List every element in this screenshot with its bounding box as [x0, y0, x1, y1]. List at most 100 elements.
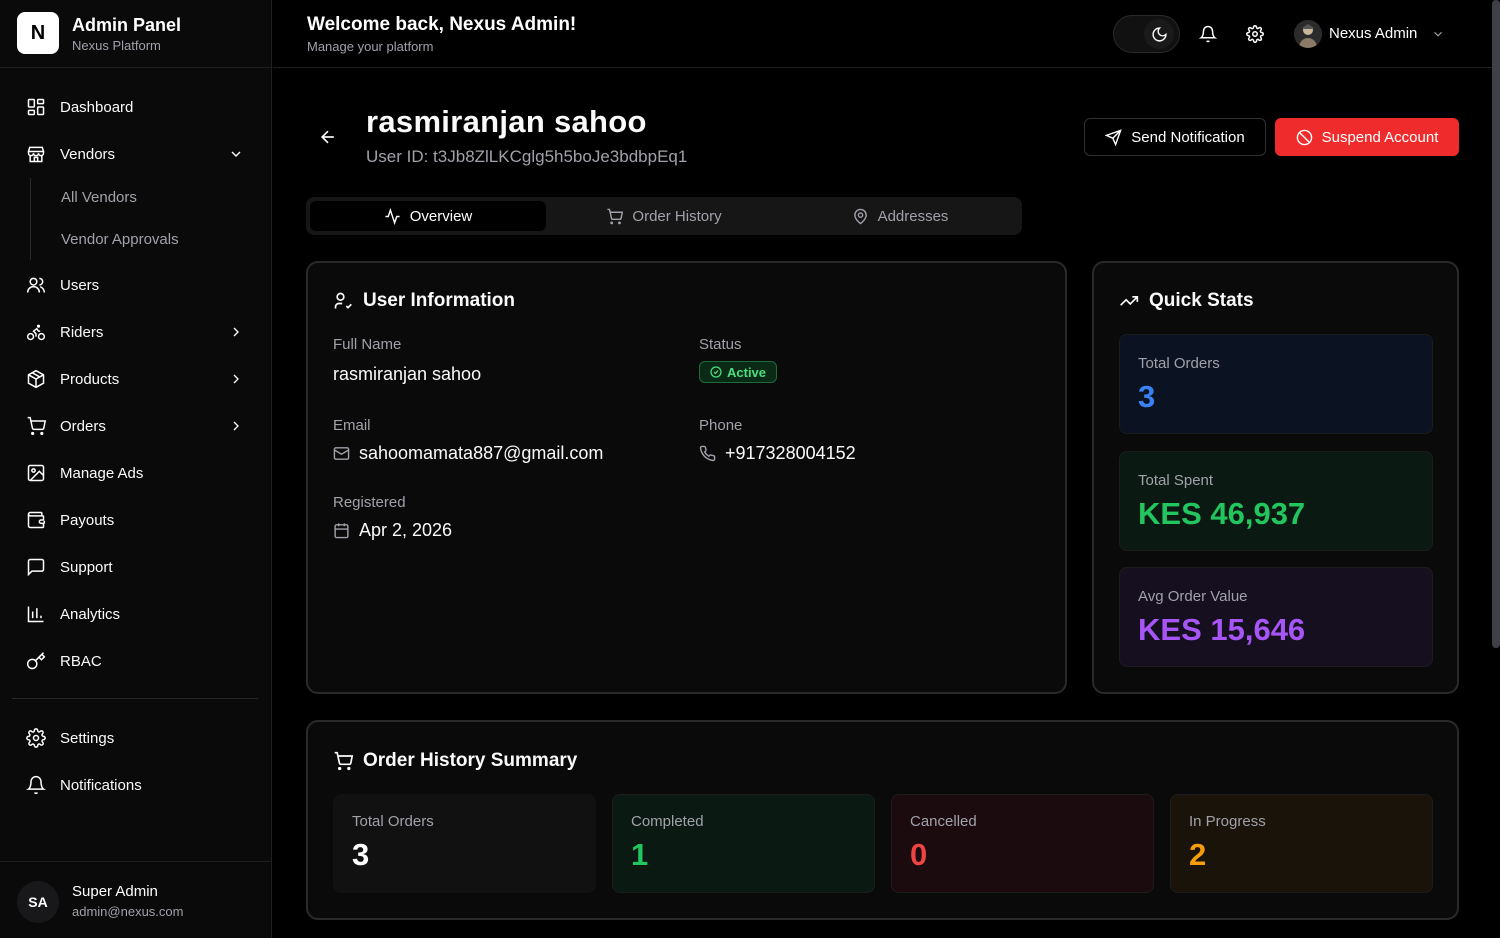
package-icon [27, 369, 45, 389]
sidebar-item-orders[interactable]: Orders [12, 406, 260, 446]
sidebar-subitem-vendor-approvals[interactable]: Vendor Approvals [61, 231, 179, 248]
sidebar-item-label: Orders [60, 417, 106, 435]
phone-value: +917328004152 [699, 443, 856, 464]
send-notification-button[interactable]: Send Notification [1084, 118, 1266, 156]
brand: N Admin Panel Nexus Platform [0, 0, 272, 68]
bell-icon [26, 775, 46, 795]
tab-label: Order History [632, 207, 722, 225]
email-label: Email [333, 417, 371, 434]
brand-title: Admin Panel [72, 15, 182, 35]
sidebar-item-label: Support [60, 558, 113, 576]
dashboard-icon [27, 98, 45, 116]
tab-overview[interactable]: Overview [310, 201, 546, 231]
cart-icon [27, 416, 46, 436]
sidebar-item-support[interactable]: Support [12, 547, 260, 587]
wallet-icon [27, 511, 46, 529]
order-stat-in-progress: In Progress 2 [1170, 794, 1433, 893]
email-text: sahoomamata887@gmail.com [359, 443, 604, 463]
sidebar-item-products[interactable]: Products [12, 359, 260, 399]
email-value: sahoomamata887@gmail.com [333, 443, 603, 464]
card-title-text: User Information [363, 290, 516, 311]
stat-label: Cancelled [910, 813, 977, 830]
cart-icon [607, 208, 624, 224]
user-information-title: User Information [333, 290, 515, 312]
full-name-value: rasmiranjan sahoo [333, 364, 482, 384]
stat-value: 2 [1189, 837, 1207, 872]
sidebar-item-analytics[interactable]: Analytics [12, 594, 260, 634]
stat-value: 3 [352, 837, 370, 872]
sidebar-item-label: Manage Ads [60, 464, 144, 482]
card-title-text: Order History Summary [363, 750, 578, 771]
image-icon [27, 464, 45, 482]
stat-total-orders: Total Orders 3 [1119, 334, 1433, 434]
sidebar-item-label: Users [60, 276, 100, 294]
sidebar-item-users[interactable]: Users [12, 265, 260, 305]
order-stat-cancelled: Cancelled 0 [891, 794, 1154, 893]
sidebar-item-riders[interactable]: Riders [12, 312, 260, 352]
phone-icon [699, 445, 716, 462]
tab-addresses[interactable]: Addresses [782, 201, 1018, 231]
order-stat-completed: Completed 1 [612, 794, 875, 893]
trending-up-icon [1120, 296, 1139, 306]
activity-icon [385, 207, 400, 225]
scrollbar[interactable] [1492, 0, 1500, 648]
sidebar-item-dashboard[interactable]: Dashboard [12, 87, 260, 127]
stat-label: Total Orders [1138, 355, 1220, 372]
sidebar-item-rbac[interactable]: RBAC [12, 641, 260, 681]
user-information-card [306, 261, 1067, 694]
bike-icon [26, 324, 46, 341]
header-user-name[interactable]: Nexus Admin [1329, 25, 1417, 42]
sidebar-item-settings[interactable]: Settings [12, 718, 260, 758]
user-id: User ID: t3Jb8ZlLKCglg5h5boJe3bdbpEq1 [366, 147, 688, 166]
theme-toggle[interactable] [1113, 15, 1180, 53]
tab-order-history[interactable]: Order History [546, 201, 782, 231]
sidebar-item-vendors[interactable]: Vendors [12, 134, 260, 174]
footer-user-name: Super Admin [72, 883, 158, 900]
registered-label: Registered [333, 494, 406, 511]
stat-avg-order-value: Avg Order Value KES 15,646 [1119, 567, 1433, 667]
user-avatar[interactable] [1294, 20, 1322, 48]
message-icon [27, 558, 45, 577]
sidebar-item-manage-ads[interactable]: Manage Ads [12, 453, 260, 493]
sidebar-divider [12, 698, 258, 699]
sidebar-subitem-all-vendors[interactable]: All Vendors [61, 189, 137, 206]
users-icon [26, 277, 46, 293]
tab-label: Addresses [877, 207, 949, 225]
status-badge: Active [699, 361, 778, 383]
theme-knob [1144, 19, 1174, 49]
suspend-account-button[interactable]: Suspend Account [1275, 118, 1459, 156]
stat-label: Avg Order Value [1138, 588, 1248, 605]
moon-icon [1151, 26, 1167, 42]
sidebar-item-label: Settings [60, 729, 115, 747]
gear-icon[interactable] [1246, 25, 1264, 43]
chevron-right-icon [233, 374, 239, 384]
tab-label: Overview [409, 207, 473, 225]
header-subtitle: Manage your platform [307, 39, 434, 54]
stat-label: Total Orders [352, 813, 434, 830]
stat-value: 1 [631, 837, 649, 872]
back-arrow-icon[interactable] [318, 127, 338, 147]
sidebar-item-label: Products [60, 370, 120, 388]
key-icon [26, 652, 46, 670]
bell-icon[interactable] [1199, 25, 1217, 43]
chart-icon [27, 606, 44, 623]
store-icon [27, 146, 45, 163]
sidebar-item-payouts[interactable]: Payouts [12, 500, 260, 540]
chevron-down-icon [231, 151, 241, 157]
chevron-down-icon[interactable] [1431, 27, 1445, 41]
registered-text: Apr 2, 2026 [359, 520, 453, 540]
sidebar-item-label: Notifications [60, 776, 142, 794]
check-circle-icon [710, 366, 722, 378]
sidebar-item-notifications[interactable]: Notifications [12, 765, 260, 805]
cart-icon [334, 751, 353, 771]
mail-icon [333, 447, 350, 460]
sidebar-footer[interactable]: SA Super Admin admin@nexus.com [0, 861, 272, 938]
sidebar-item-label: Payouts [60, 511, 115, 529]
stat-label: Total Spent [1138, 472, 1214, 489]
sidebar-item-label: Dashboard [60, 98, 134, 116]
header-title: Welcome back, Nexus Admin! [307, 14, 577, 35]
send-notification-label: Send Notification [1131, 128, 1245, 146]
stat-label: Completed [631, 813, 704, 830]
status-label: Status [699, 336, 742, 353]
suspend-account-label: Suspend Account [1321, 128, 1439, 146]
